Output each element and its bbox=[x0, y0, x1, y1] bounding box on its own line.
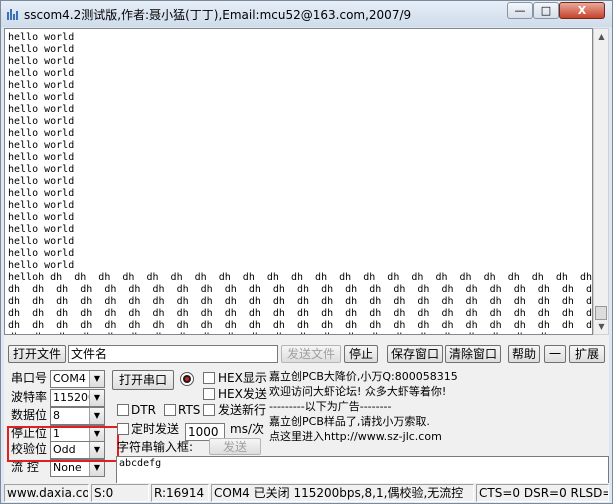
ad-panel: 嘉立创PCB大降价,小万Q:800058315 欢迎访问大虾论坛! 众多大虾等着… bbox=[269, 370, 609, 445]
scroll-up-icon[interactable]: ▲ bbox=[595, 30, 608, 44]
dtr-label: DTR bbox=[131, 403, 156, 417]
hex-display-label: HEX显示 bbox=[218, 371, 267, 385]
baud-select[interactable]: 115200 ▼ bbox=[50, 389, 105, 407]
ad-line-3: ---------以下为广告-------- bbox=[269, 400, 392, 413]
chevron-down-icon[interactable]: ▼ bbox=[89, 408, 104, 424]
expand-button[interactable]: 扩展 bbox=[569, 345, 605, 363]
close-button[interactable]: X bbox=[559, 2, 605, 19]
ad-line-4[interactable]: 嘉立创PCB样品了,请找小万索取. bbox=[269, 415, 609, 430]
interval-unit-label: ms/次 bbox=[230, 422, 264, 436]
port-status-icon bbox=[180, 372, 194, 386]
status-signals: CTS=0 DSR=0 RLSD= bbox=[476, 484, 609, 502]
open-file-button[interactable]: 打开文件 bbox=[8, 345, 66, 363]
rts-label: RTS bbox=[178, 403, 201, 417]
port-label: 串口号 bbox=[11, 371, 48, 385]
app-icon bbox=[7, 9, 18, 20]
send-newline-label: 发送新行 bbox=[218, 403, 267, 417]
baud-label: 波特率 bbox=[11, 390, 48, 404]
status-sent: S:0 bbox=[91, 484, 149, 502]
ad-line-2[interactable]: 欢迎访问大虾论坛! 众多大虾等着你! bbox=[269, 385, 609, 400]
chevron-down-icon[interactable]: ▼ bbox=[89, 460, 104, 476]
hex-display-checkbox[interactable] bbox=[203, 372, 215, 384]
help-button[interactable]: 帮助 bbox=[508, 345, 540, 363]
port-select[interactable]: COM4 ▼ bbox=[50, 370, 105, 388]
status-site[interactable]: www.daxia.com bbox=[4, 484, 89, 502]
send-button[interactable]: 发送 bbox=[209, 438, 261, 455]
scroll-thumb[interactable] bbox=[595, 306, 607, 320]
rts-checkbox[interactable] bbox=[164, 404, 176, 416]
flow-value: None bbox=[53, 461, 82, 474]
receive-scrollbar[interactable]: ▲ ▼ bbox=[593, 28, 609, 335]
timed-send-checkbox[interactable] bbox=[117, 423, 129, 435]
databits-label: 数据位 bbox=[11, 408, 48, 422]
receive-textarea[interactable]: hello world hello world hello world hell… bbox=[4, 28, 593, 335]
ad-line-5[interactable]: 点这里进入http://www.sz-jlc.com bbox=[269, 430, 609, 445]
app-window: sscom4.2测试版,作者:聂小猛(丁丁),Email:mcu52@163.c… bbox=[0, 0, 613, 504]
save-window-button[interactable]: 保存窗口 bbox=[387, 345, 443, 363]
highlight-box bbox=[7, 426, 119, 462]
ad-line-1[interactable]: 嘉立创PCB大降价,小万Q:800058315 bbox=[269, 370, 609, 385]
dtr-checkbox[interactable] bbox=[117, 404, 129, 416]
clear-window-button[interactable]: 清除窗口 bbox=[445, 345, 501, 363]
port-value: COM4 bbox=[53, 372, 86, 385]
databits-value: 8 bbox=[53, 409, 60, 422]
title-bar: sscom4.2测试版,作者:聂小猛(丁丁),Email:mcu52@163.c… bbox=[1, 1, 612, 27]
send-newline-checkbox[interactable] bbox=[203, 404, 215, 416]
hex-send-label: HEX发送 bbox=[218, 387, 267, 401]
status-bar: www.daxia.com S:0 R:16914 COM4 已关闭 11520… bbox=[4, 483, 609, 502]
databits-select[interactable]: 8 ▼ bbox=[50, 407, 105, 425]
client-area: hello world hello world hello world hell… bbox=[4, 28, 609, 500]
stop-button[interactable]: 停止 bbox=[344, 345, 378, 363]
minimize-button[interactable]: — bbox=[507, 2, 533, 19]
receive-text: hello world hello world hello world hell… bbox=[8, 32, 592, 334]
send-file-button[interactable]: 发送文件 bbox=[281, 345, 341, 363]
maximize-button[interactable]: □ bbox=[533, 2, 559, 19]
scroll-down-icon[interactable]: ▼ bbox=[595, 320, 608, 334]
file-name-input[interactable]: 文件名 bbox=[68, 345, 278, 363]
collapse-button[interactable]: 一 bbox=[544, 345, 566, 363]
hex-send-checkbox[interactable] bbox=[203, 388, 215, 400]
chevron-down-icon[interactable]: ▼ bbox=[89, 371, 104, 387]
open-port-button[interactable]: 打开串口 bbox=[112, 370, 174, 390]
timed-send-label: 定时发送 bbox=[131, 422, 180, 436]
status-received: R:16914 bbox=[151, 484, 209, 502]
string-input-label: 字符串输入框: bbox=[117, 440, 194, 454]
chevron-down-icon[interactable]: ▼ bbox=[89, 390, 104, 406]
status-port-state: COM4 已关闭 115200bps,8,1,偶校验,无流控 bbox=[211, 484, 474, 502]
window-title: sscom4.2测试版,作者:聂小猛(丁丁),Email:mcu52@163.c… bbox=[24, 8, 412, 22]
